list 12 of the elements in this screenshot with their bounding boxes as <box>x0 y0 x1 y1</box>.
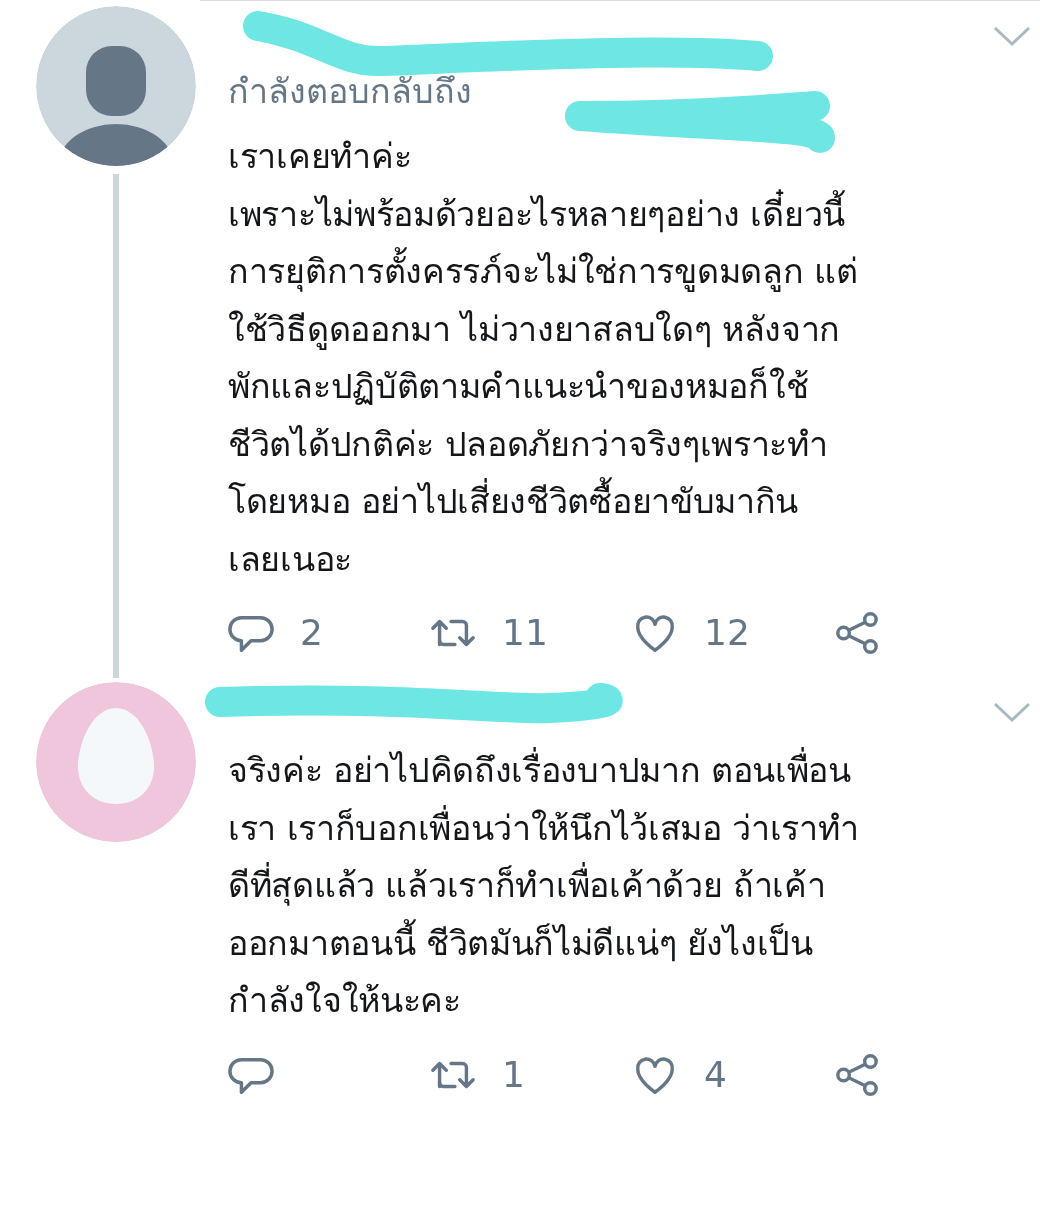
share-icon[interactable] <box>834 610 880 656</box>
like-count: 4 <box>704 1052 727 1097</box>
tweet-text: เราเคยทำค่ะ เพราะไม่พร้อมด้วยอะไรหลายๆอย่าง เดี๋ยวนี้ การยุติการตั้งครรภ์จะไม่ใช่การขูดมดลูก แต่ ใช้วิธีดูดออกมา ไม่วางยาสลบใดๆ หลังจาก พักและปฏิบัติตามคำแนะนำของหมอก็ใช้ ชีวิตได้ปกติค่ะ ปลอดภัยกว่าจริงๆเพราะทำ โดยหมอ อย่าไปเสี่ยงชีวิตซื้อยาขับมากิน เลยเนอะ <box>228 135 859 581</box>
egg-avatar-icon <box>36 682 196 842</box>
reply-context: กำลังตอบกลับถึง <box>228 71 472 111</box>
like-count: 12 <box>704 611 750 655</box>
avatar-silhouette-icon <box>36 6 196 166</box>
tweet-text: จริงค่ะ อย่าไปคิดถึงเรื่องบาปมาก ตอนเพื่อน เรา เราก็บอกเพื่อนว่าให้นึกไว้เสมอ ว่าเราทำ ดีที่สุดแล้ว แล้วเราก็ทำเพื่อเค้าด้วย ถ้าเค้า ออกมาตอนนี้ ชีวิตมันก็ไม่ดีแน่ๆ ยังไงเป็น กำลังใจให้นะคะ <box>228 742 1036 1030</box>
retweet-count: 1 <box>502 1052 525 1097</box>
retweet-count: 11 <box>502 611 548 655</box>
reply-count: 2 <box>300 611 323 655</box>
share-icon[interactable] <box>834 1051 880 1098</box>
